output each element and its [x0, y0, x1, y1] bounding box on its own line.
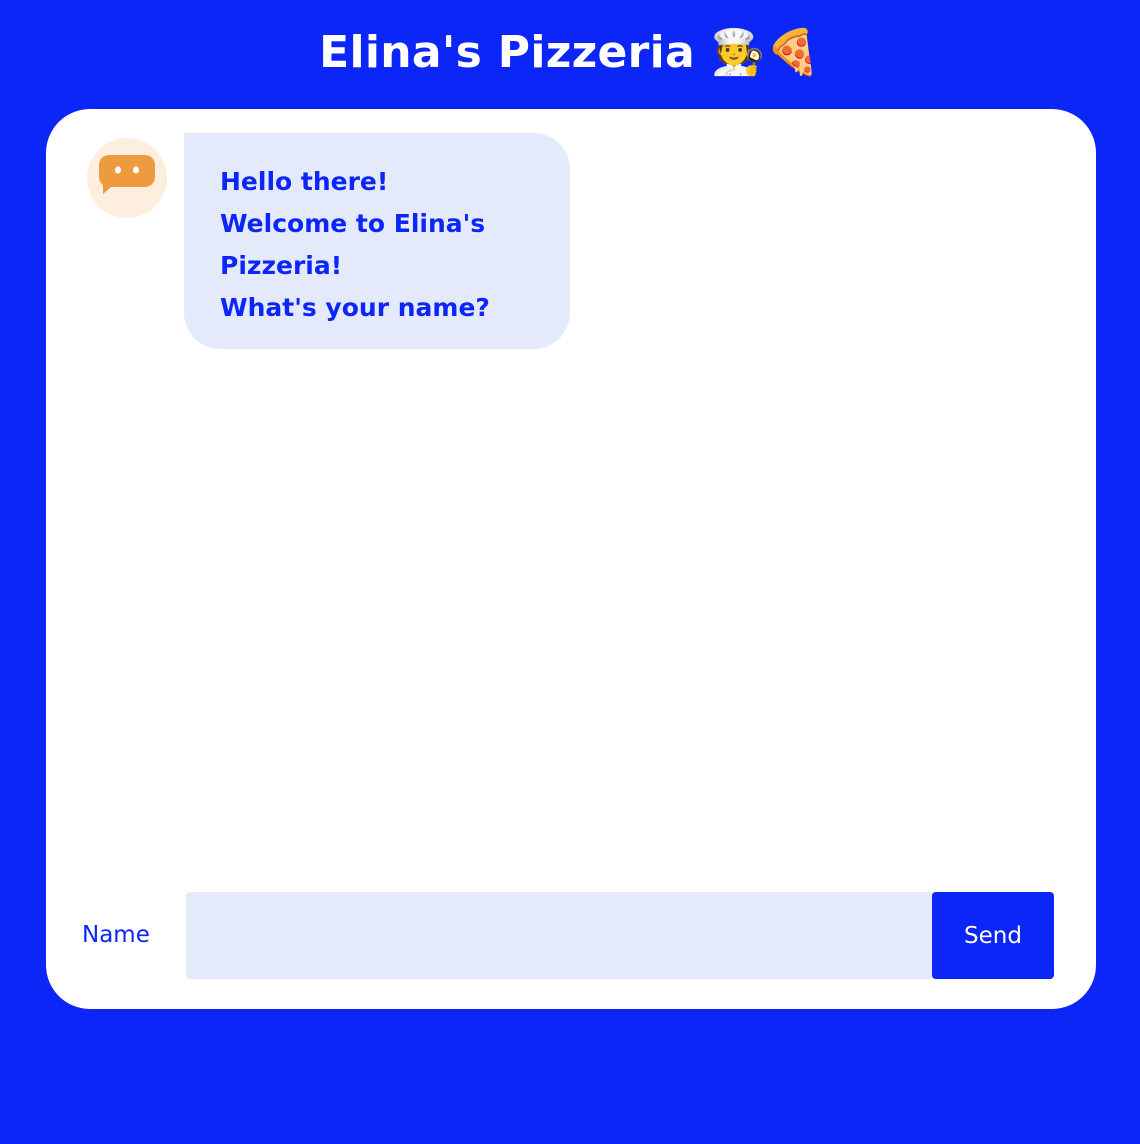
bot-avatar: [87, 138, 167, 218]
bot-message-line: Hello there!: [220, 167, 389, 196]
bot-message-line: Welcome to Elina's: [220, 209, 486, 238]
name-input[interactable]: [186, 892, 934, 979]
message-input-row: Name Send: [46, 892, 1096, 979]
send-button[interactable]: Send: [932, 892, 1054, 979]
bot-message-line: What's your name?: [220, 293, 490, 322]
bot-message: Hello there! Welcome to Elina's Pizzeria…: [184, 133, 570, 349]
bot-message-line: Pizzeria!: [220, 251, 343, 280]
chat-bubble-icon: [99, 155, 155, 194]
name-label: Name: [82, 922, 150, 948]
chat-window: Hello there! Welcome to Elina's Pizzeria…: [46, 109, 1096, 1009]
page-title: Elina's Pizzeria 🧑‍🍳🍕: [319, 27, 821, 78]
